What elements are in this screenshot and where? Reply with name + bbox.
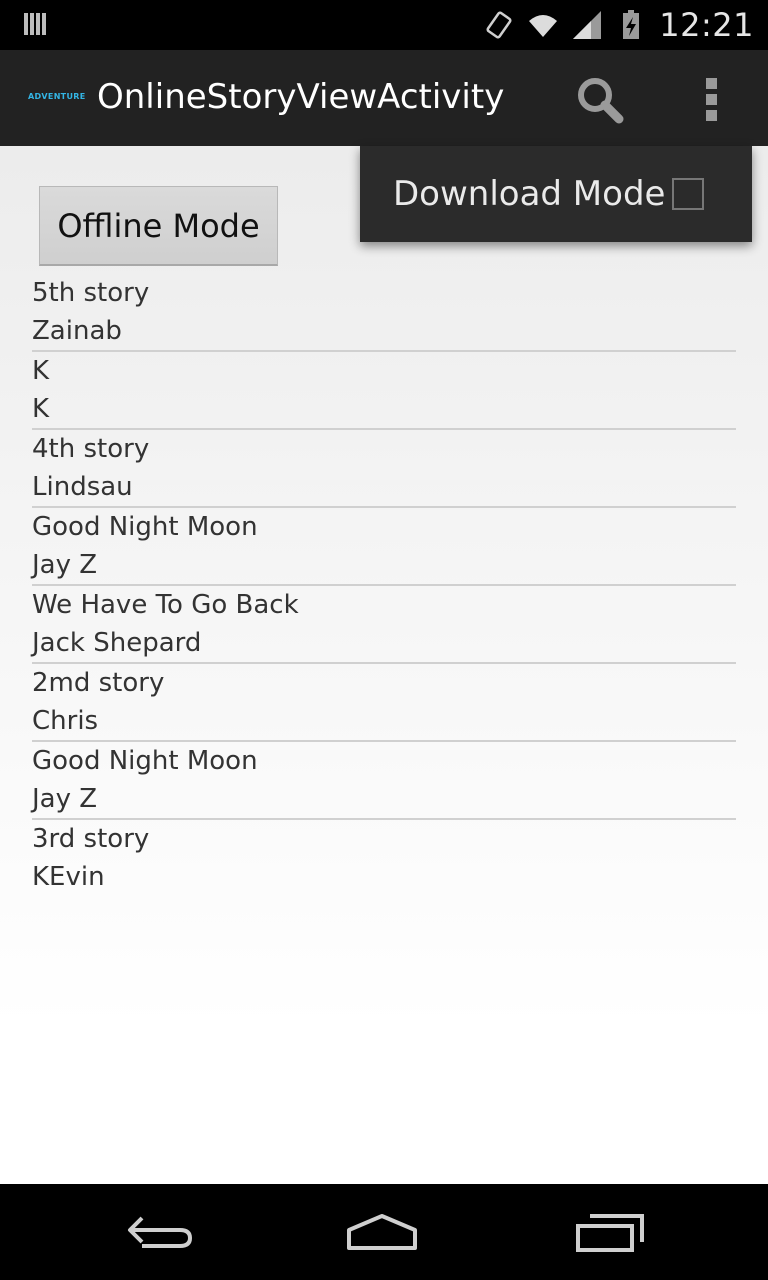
story-title: 3rd story — [32, 824, 150, 854]
notification-icon — [24, 13, 46, 35]
activity-title: OnlineStoryViewActivity — [97, 77, 505, 117]
story-title: We Have To Go Back — [32, 590, 299, 620]
back-icon[interactable] — [124, 1208, 196, 1256]
app-logo[interactable]: ADVENTURE — [28, 92, 85, 101]
status-bar: 12:21 — [0, 0, 768, 50]
story-title: Good Night Moon — [32, 746, 258, 776]
list-item[interactable]: Good Night Moon Jay Z — [32, 508, 736, 586]
story-author: K — [32, 394, 50, 424]
menu-item-download-mode[interactable]: Download Mode — [360, 146, 752, 242]
story-title: Good Night Moon — [32, 512, 258, 542]
overflow-dot — [706, 78, 717, 89]
navigation-bar — [0, 1184, 768, 1280]
story-author: Lindsau — [32, 472, 133, 502]
action-bar: ADVENTURE OnlineStoryViewActivity — [0, 50, 768, 146]
list-item[interactable]: 4th story Lindsau — [32, 430, 736, 508]
offline-mode-button[interactable]: Offline Mode — [39, 186, 278, 266]
recent-apps-icon[interactable] — [574, 1208, 646, 1256]
story-author: Jack Shepard — [32, 628, 202, 658]
home-icon[interactable] — [346, 1208, 418, 1256]
story-title: K — [32, 356, 50, 386]
story-title: 5th story — [32, 278, 150, 308]
list-item[interactable]: K K — [32, 352, 736, 430]
story-author: Chris — [32, 706, 99, 736]
overflow-menu-icon[interactable] — [694, 74, 730, 124]
clock-time: 12:21 — [659, 6, 754, 44]
battery-charging-icon — [623, 10, 640, 39]
search-icon[interactable] — [572, 72, 628, 128]
signal-icon — [573, 11, 602, 39]
story-author: Jay Z — [32, 784, 98, 814]
overflow-dot — [706, 110, 717, 121]
wifi-icon — [529, 15, 558, 37]
download-mode-checkbox[interactable] — [672, 178, 704, 210]
story-author: KEvin — [32, 862, 105, 892]
story-title: 2md story — [32, 668, 165, 698]
list-item[interactable]: Good Night Moon Jay Z — [32, 742, 736, 820]
status-icons: 12:21 — [483, 0, 754, 50]
content-area: Offline Mode 5th story Zainab K K 4th st… — [0, 146, 768, 1184]
overflow-dot — [706, 94, 717, 105]
story-author: Zainab — [32, 316, 122, 346]
list-item[interactable]: 2md story Chris — [32, 664, 736, 742]
list-item[interactable]: 3rd story KEvin — [32, 820, 736, 898]
story-list[interactable]: 5th story Zainab K K 4th story Lindsau G… — [32, 274, 736, 898]
story-title: 4th story — [32, 434, 150, 464]
story-author: Jay Z — [32, 550, 98, 580]
list-item[interactable]: 5th story Zainab — [32, 274, 736, 352]
vibrate-icon — [486, 11, 512, 39]
list-item[interactable]: We Have To Go Back Jack Shepard — [32, 586, 736, 664]
overflow-popup-menu: Download Mode — [360, 146, 752, 242]
menu-item-label: Download Mode — [393, 174, 666, 214]
